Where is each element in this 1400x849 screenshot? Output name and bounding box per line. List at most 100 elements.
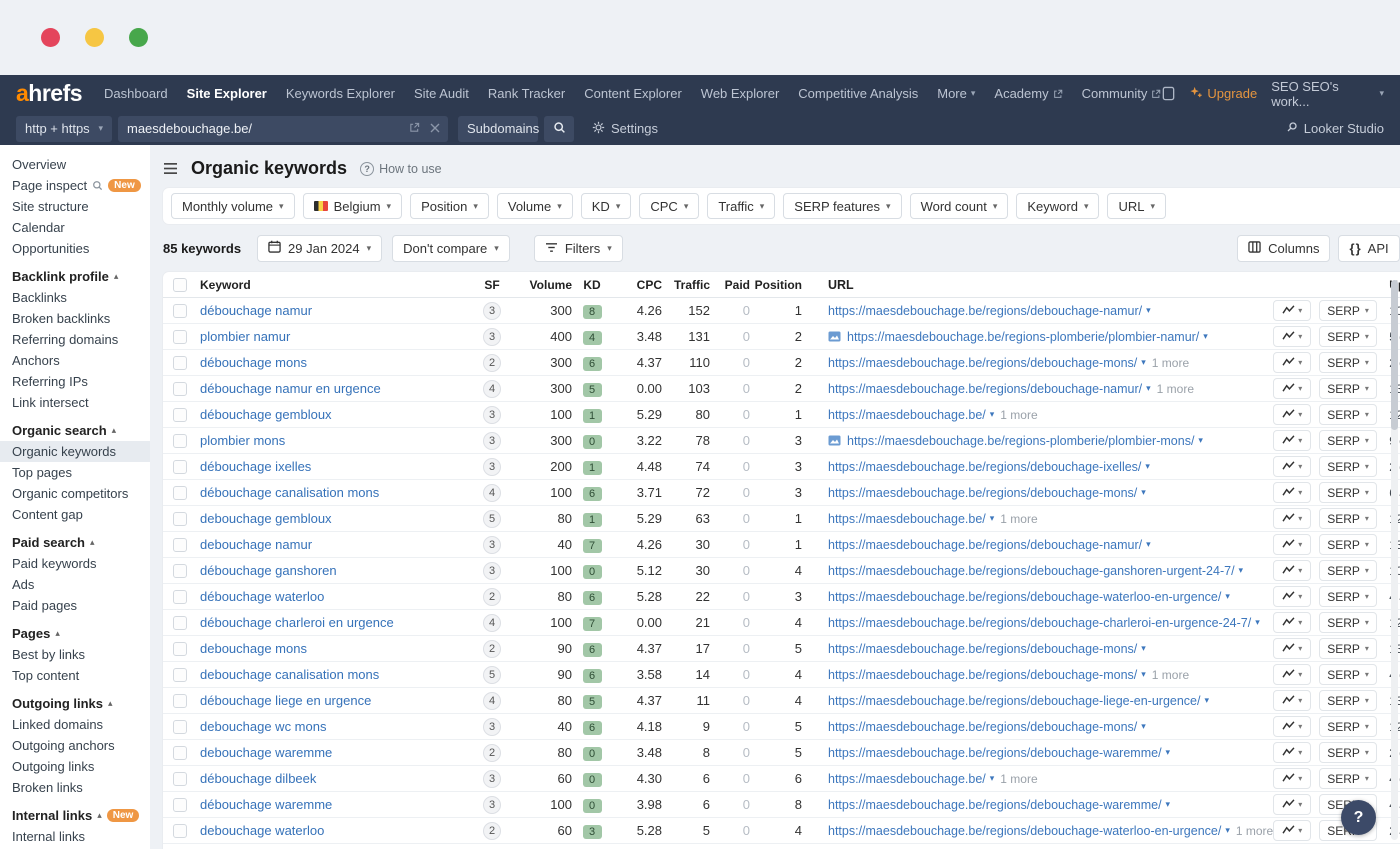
col-sf[interactable]: SF (470, 278, 514, 292)
position-history-button[interactable]: ▾ (1273, 404, 1311, 425)
sf-count-badge[interactable]: 4 (483, 692, 501, 710)
scrollbar-track[interactable] (1391, 280, 1398, 840)
position-history-button[interactable]: ▾ (1273, 768, 1311, 789)
sidebar-item[interactable]: Referring domains (0, 329, 150, 350)
serp-button[interactable]: SERP ▾ (1319, 664, 1377, 685)
menu-item[interactable]: Site Explorer (187, 86, 267, 101)
keyword-link[interactable]: plombier namur (200, 329, 290, 344)
serp-button[interactable]: SERP ▾ (1319, 430, 1377, 451)
keyword-link[interactable]: débouchage dilbeek (200, 771, 316, 786)
help-button[interactable]: ? (1341, 800, 1376, 835)
settings-button[interactable]: Settings (592, 121, 658, 137)
col-volume[interactable]: Volume (514, 278, 572, 292)
serp-button[interactable]: SERP ▾ (1319, 352, 1377, 373)
filter-button[interactable]: Belgium ▾ (303, 193, 403, 219)
sidebar-item[interactable]: Calendar (0, 217, 150, 238)
position-history-button[interactable]: ▾ (1273, 664, 1311, 685)
sf-count-badge[interactable]: 5 (483, 510, 501, 528)
filter-button[interactable]: Position ▾ (410, 193, 489, 219)
url-link[interactable]: https://maesdebouchage.be/▾ (828, 512, 994, 526)
row-checkbox[interactable] (173, 434, 187, 448)
sidebar-item[interactable]: Link intersect (0, 392, 150, 413)
menu-item[interactable]: Community (1082, 86, 1162, 101)
search-button[interactable] (544, 116, 574, 142)
url-link[interactable]: https://maesdebouchage.be/▾ (828, 772, 994, 786)
filter-button[interactable]: Traffic ▾ (707, 193, 775, 219)
row-checkbox[interactable] (173, 746, 187, 760)
sf-count-badge[interactable]: 3 (483, 770, 501, 788)
keyword-link[interactable]: plombier mons (200, 433, 285, 448)
sf-count-badge[interactable]: 2 (483, 588, 501, 606)
sf-count-badge[interactable]: 3 (483, 796, 501, 814)
sidebar-item[interactable]: Internal links (0, 826, 150, 847)
position-history-button[interactable]: ▾ (1273, 716, 1311, 737)
sidebar-item[interactable]: Best by links (0, 644, 150, 665)
sf-count-badge[interactable]: 3 (483, 536, 501, 554)
date-picker-button[interactable]: 29 Jan 2024 ▾ (257, 235, 382, 262)
sidebar-item[interactable]: Content gap (0, 504, 150, 525)
serp-button[interactable]: SERP ▾ (1319, 326, 1377, 347)
position-history-button[interactable]: ▾ (1273, 820, 1311, 841)
keyword-link[interactable]: débouchage mons (200, 355, 307, 370)
sidebar-item[interactable]: Opportunities (0, 238, 150, 259)
keyword-link[interactable]: débouchage namur (200, 303, 312, 318)
position-history-button[interactable]: ▾ (1273, 612, 1311, 633)
sf-count-badge[interactable]: 3 (483, 718, 501, 736)
url-link[interactable]: https://maesdebouchage.be/regions/debouc… (828, 356, 1146, 370)
row-checkbox[interactable] (173, 772, 187, 786)
menu-item[interactable]: Content Explorer (584, 86, 682, 101)
sidebar-item[interactable]: Top content (0, 665, 150, 686)
position-history-button[interactable]: ▾ (1273, 508, 1311, 529)
url-link[interactable]: https://maesdebouchage.be/regions/debouc… (828, 382, 1151, 396)
sidebar-item[interactable]: Broken backlinks (0, 308, 150, 329)
serp-button[interactable]: SERP ▾ (1319, 742, 1377, 763)
sf-count-badge[interactable]: 4 (483, 380, 501, 398)
url-link[interactable]: https://maesdebouchage.be/regions/debouc… (828, 824, 1230, 838)
filter-button[interactable]: Volume ▾ (497, 193, 573, 219)
sidebar-item[interactable]: Page inspect New (0, 175, 150, 196)
serp-button[interactable]: SERP ▾ (1319, 378, 1377, 399)
position-history-button[interactable]: ▾ (1273, 326, 1311, 347)
row-checkbox[interactable] (173, 564, 187, 578)
sf-count-badge[interactable]: 3 (483, 432, 501, 450)
target-url-input[interactable] (127, 121, 377, 136)
col-traffic[interactable]: Traffic (662, 278, 710, 292)
position-history-button[interactable]: ▾ (1273, 378, 1311, 399)
window-zoom-button[interactable] (129, 28, 148, 47)
more-urls-link[interactable]: 1 more (1000, 512, 1037, 526)
sidebar-item[interactable]: Outgoing links (0, 756, 150, 777)
serp-button[interactable]: SERP ▾ (1319, 768, 1377, 789)
url-link[interactable]: https://maesdebouchage.be/regions/debouc… (828, 460, 1150, 474)
keyword-link[interactable]: débouchage gembloux (200, 407, 332, 422)
url-link[interactable]: https://maesdebouchage.be/regions/debouc… (828, 798, 1170, 812)
position-history-button[interactable]: ▾ (1273, 742, 1311, 763)
filter-button[interactable]: Monthly volume ▾ (171, 193, 295, 219)
sf-count-badge[interactable]: 2 (483, 822, 501, 840)
url-link[interactable]: https://maesdebouchage.be/regions/debouc… (828, 668, 1146, 682)
serp-button[interactable]: SERP ▾ (1319, 482, 1377, 503)
menu-item[interactable]: More ▾ (937, 86, 975, 101)
url-link[interactable]: https://maesdebouchage.be/regions/debouc… (828, 564, 1243, 578)
filter-button[interactable]: Word count ▾ (910, 193, 1009, 219)
keyword-link[interactable]: débouchage charleroi en urgence (200, 615, 394, 630)
serp-button[interactable]: SERP ▾ (1319, 560, 1377, 581)
position-history-button[interactable]: ▾ (1273, 352, 1311, 373)
menu-item[interactable]: Keywords Explorer (286, 86, 395, 101)
row-checkbox[interactable] (173, 668, 187, 682)
sidebar-item[interactable]: Referring IPs (0, 371, 150, 392)
position-history-button[interactable]: ▾ (1273, 300, 1311, 321)
how-to-use-link[interactable]: ? How to use (360, 162, 442, 176)
row-checkbox[interactable] (173, 616, 187, 630)
url-link[interactable]: https://maesdebouchage.be/regions/debouc… (828, 538, 1151, 552)
menu-item[interactable]: Dashboard (104, 86, 168, 101)
position-history-button[interactable]: ▾ (1273, 534, 1311, 555)
keyword-link[interactable]: debouchage waterloo (200, 823, 324, 838)
keyword-link[interactable]: debouchage gembloux (200, 511, 332, 526)
serp-button[interactable]: SERP ▾ (1319, 586, 1377, 607)
sidebar-item[interactable]: Broken links (0, 777, 150, 798)
col-cpc[interactable]: CPC (612, 278, 662, 292)
filter-button[interactable]: SERP features ▾ (783, 193, 901, 219)
sidebar-item[interactable]: Backlinks (0, 287, 150, 308)
sidebar-item[interactable]: Site structure (0, 196, 150, 217)
workspace-switcher[interactable]: SEO SEO's work... ▾ (1271, 79, 1384, 109)
